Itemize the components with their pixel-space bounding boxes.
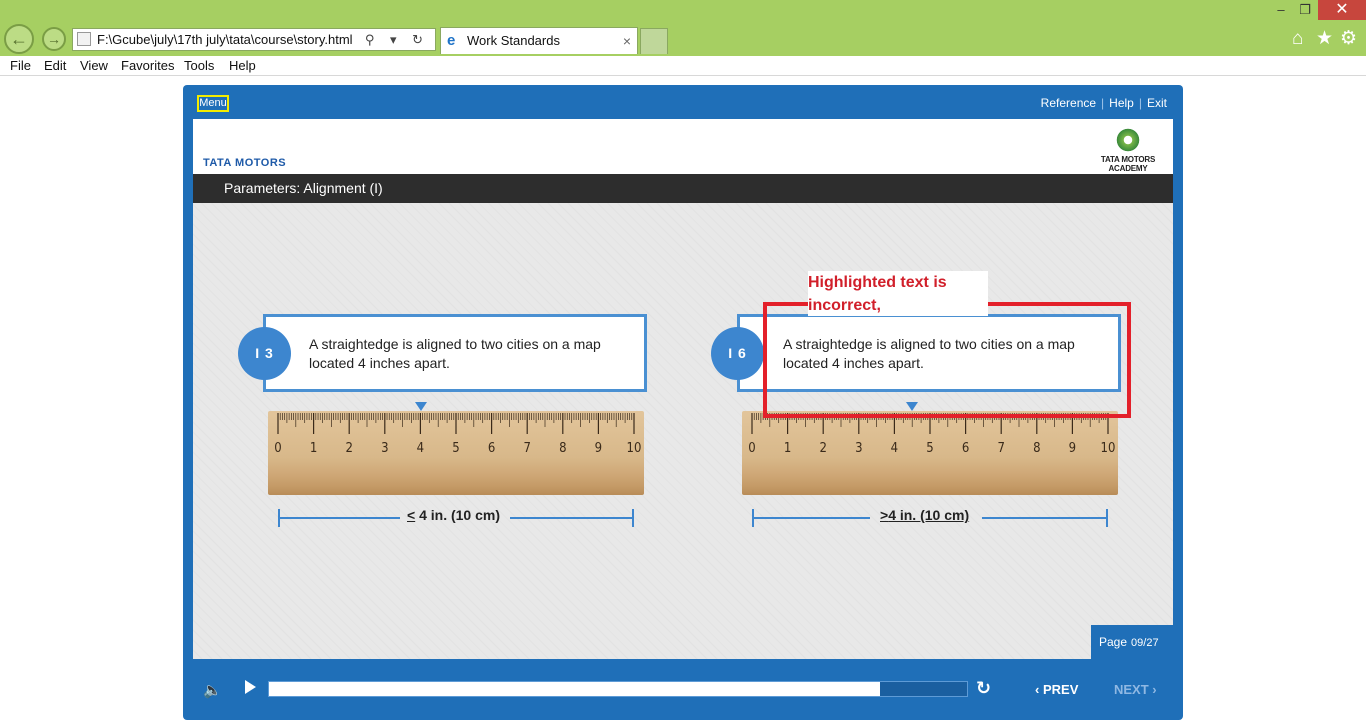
ruler-number: 1 [309,441,318,456]
slide-header [193,119,1173,174]
menu-help[interactable]: Help [229,58,256,73]
badge-i6: I 6 [711,327,764,380]
tab-close-icon[interactable]: × [623,28,631,54]
ruler-number: 0 [274,441,282,456]
new-tab-button[interactable] [640,28,668,54]
ruler-number: 4 [890,441,899,456]
home-icon[interactable]: ⌂ [1292,28,1303,50]
measure-2: >4 in. (10 cm) [752,507,1108,527]
progress-fill [269,682,880,696]
ruler-number: 8 [559,441,567,456]
menu-tools[interactable]: Tools [184,58,214,73]
exit-link[interactable]: Exit [1147,96,1167,110]
forward-button[interactable]: → [42,27,66,51]
menu-bar: File Edit View Favorites Tools Help [0,56,1366,76]
menu-file[interactable]: File [10,58,31,73]
page-label: Page [1099,635,1128,649]
page-favicon-icon [77,32,91,46]
tata-motors-logo: TATA MOTORS [203,157,287,169]
statement-text-1: A straightedge is aligned to two cities … [309,336,601,371]
highlight-box [763,302,1131,418]
volume-icon[interactable]: 🔈 [203,681,222,699]
browser-tab[interactable]: e Work Standards × [440,27,638,54]
ruler-number: 3 [855,441,863,456]
academy-name: TATA MOTORS ACADEMY [1100,155,1156,173]
ruler-number: 10 [1100,441,1116,456]
play-icon[interactable] [245,680,256,694]
annotation-line-1: Highlighted text is [808,274,947,291]
ruler-number: 5 [926,441,934,456]
address-bar[interactable]: F:\Gcube\july\17th july\tata\course\stor… [72,28,436,51]
measure-label-1: < 4 in. (10 cm) [407,507,500,523]
address-text: F:\Gcube\july\17th july\tata\course\stor… [97,32,353,47]
menu-favorites[interactable]: Favorites [121,58,174,73]
browser-titlebar: ← → F:\Gcube\july\17th july\tata\course\… [0,0,1366,56]
ruler-numbers-1: 0 1 2 3 4 5 6 7 8 9 10 [268,441,644,459]
ruler-number: 9 [594,441,603,456]
ie-icon: e [447,32,456,49]
favorites-star-icon[interactable]: ★ [1316,28,1333,50]
academy-logo: TATA MOTORS ACADEMY [1091,127,1165,173]
close-window-icon[interactable]: ✕ [1318,0,1366,20]
ruler-number: 7 [523,441,531,456]
slide-title: Parameters: Alignment (I) [193,174,1173,203]
minimize-icon[interactable]: – [1268,0,1294,20]
chevron-right-icon: › [1152,682,1157,697]
ruler-2: 0 1 2 3 4 5 6 7 8 9 10 [742,411,1118,495]
annotation-line-2: incorrect, [808,297,881,314]
settings-gear-icon[interactable]: ⚙ [1340,28,1357,50]
course-player: Menu Reference | Help | Exit TATA MOTORS TAT… [183,85,1183,720]
page-indicator: Page 09/27 [1091,625,1173,659]
back-arrow-icon: ← [10,28,28,49]
ruler-number: 4 [416,441,425,456]
ruler-number: 6 [961,441,970,456]
ruler-number: 7 [997,441,1005,456]
measure-label-2: >4 in. (10 cm) [880,507,970,523]
help-link[interactable]: Help [1109,96,1134,110]
ruler-number: 10 [626,441,642,456]
next-button[interactable]: NEXT › [1114,682,1157,697]
slide-stage: TATA MOTORS TATA MOTORS ACADEMY Paramete… [193,119,1173,659]
statement-card-1: A straightedge is aligned to two cities … [263,314,647,392]
ruler-number: 6 [487,441,496,456]
course-menu-button[interactable]: Menu [197,95,229,112]
address-actions-icon[interactable]: ⚲ ▾ ↻ [365,29,429,50]
top-links: Reference | Help | Exit [1040,96,1167,110]
ruler-number: 1 [783,441,792,456]
ruler-1: 0 1 2 3 4 5 6 7 8 9 10 [268,411,644,495]
ruler-numbers-2: 0 1 2 3 4 5 6 7 8 9 10 [742,441,1118,459]
ruler-number: 9 [1068,441,1077,456]
ruler-number: 5 [452,441,460,456]
menu-view[interactable]: View [80,58,108,73]
review-annotation: Highlighted text is incorrect, [808,271,988,316]
tab-title: Work Standards [467,33,560,48]
measure-1: < 4 in. (10 cm) [278,507,634,527]
restore-icon[interactable]: ❐ [1292,0,1318,20]
progress-bar[interactable] [268,681,968,697]
replay-icon[interactable]: ↻ [976,678,991,699]
academy-emblem-icon [1115,127,1141,153]
page-number: 09/27 [1131,637,1159,649]
reference-link[interactable]: Reference [1041,96,1096,110]
chevron-left-icon: ‹ [1035,682,1040,697]
ruler-number: 8 [1033,441,1041,456]
ruler-number: 3 [381,441,389,456]
badge-i3: I 3 [238,327,291,380]
menu-edit[interactable]: Edit [44,58,66,73]
ruler-number: 2 [345,441,353,456]
ruler-number: 0 [748,441,756,456]
ruler-pointer-1 [415,402,427,411]
back-button[interactable]: ← [4,24,34,54]
ruler-ticks-1 [277,413,635,434]
prev-button[interactable]: ‹ PREV [1035,682,1078,697]
forward-arrow-icon: → [47,31,61,47]
ruler-number: 2 [819,441,827,456]
